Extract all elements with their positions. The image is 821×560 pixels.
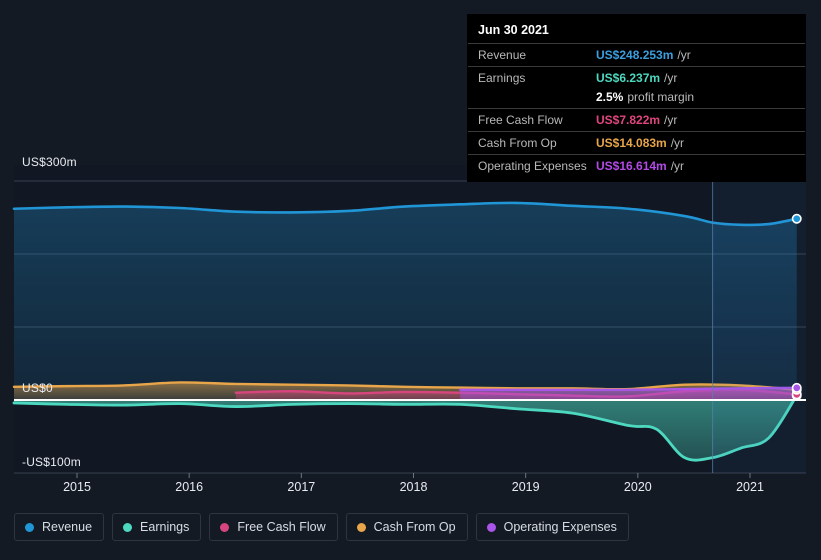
legend-color-dot-icon [123,522,133,532]
legend-item-label: Cash From Op [373,520,456,534]
tooltip-row-unit: profit margin [627,90,695,104]
legend-item-label: Revenue [42,520,93,534]
legend-item-label: Free Cash Flow [237,520,326,534]
tooltip-row: Earnings US$6.237m/yr [468,66,805,89]
tooltip-row-unit: /yr [664,71,678,85]
tooltip-row-unit: /yr [677,48,691,62]
tooltip-row-unit: /yr [670,159,685,173]
tooltip-row-label: Cash From Op [478,136,557,150]
legend-color-dot-icon [220,522,230,532]
legend-item-cash-from-op[interactable]: Cash From Op [345,513,468,541]
tooltip-row: Cash From Op US$14.083m/yr [468,131,805,154]
tooltip-row-label: Operating Expenses [478,159,587,173]
x-axis-tick-2020: 2020 [623,480,652,494]
tooltip-row-value: US$248.253m [596,48,674,62]
legend-item-earnings[interactable]: Earnings [112,513,202,541]
chart-legend[interactable]: Revenue Earnings Free Cash Flow Cash From O… [14,513,629,541]
legend-item-free-cash-flow[interactable]: Free Cash Flow [209,513,338,541]
tooltip-row-unit: /yr [664,113,678,127]
x-axis-tick-2019: 2019 [511,480,540,494]
tooltip-row-label: Free Cash Flow [478,113,563,127]
legend-item-label: Operating Expenses [503,520,617,534]
y-axis-label-top: US$300m [22,155,77,169]
legend-item-label: Earnings [140,520,190,534]
legend-color-dot-icon [25,522,34,532]
tooltip-row: Operating Expenses US$16.614m/yr [468,154,805,177]
tooltip-row-label: Revenue [478,48,527,62]
tooltip-row-value: US$6.237m [596,71,661,85]
tooltip-rows: Revenue US$248.253m/yr Earnings US$6.237m/y… [468,43,805,177]
x-axis-tick-2017: 2017 [287,480,316,494]
legend-item-operating-expenses[interactable]: Operating Expenses [475,513,629,541]
tooltip-row-value: US$14.083m [596,136,667,150]
tooltip-row-value: US$16.614m [596,159,667,173]
legend-item-revenue[interactable]: Revenue [14,513,105,541]
financial-chart-widget: US$300m US$0 -US$100m 2015 2016 2017 2018 20… [0,0,821,560]
data-tooltip: Jun 30 2021 Revenue US$248.253m/yr Earning… [467,14,806,182]
legend-color-dot-icon [356,522,366,532]
tooltip-row-label: Earnings [478,71,526,85]
tooltip-row: Revenue US$248.253m/yr [468,43,805,66]
tooltip-row: Free Cash Flow US$7.822m/yr [468,108,805,131]
x-axis-tick-2015: 2015 [63,480,91,494]
x-axis-tick-2016: 2016 [175,480,204,494]
tooltip-row-value: 2.5% [596,90,624,104]
legend-color-dot-icon [486,522,496,532]
y-axis-label-bottom: -US$100m [22,455,81,469]
tooltip-date: Jun 30 2021 [478,23,549,37]
tooltip-row-value: US$7.822m [596,113,661,127]
x-axis-tick-2021: 2021 [736,480,764,494]
tooltip-row-unit: /yr [670,136,685,150]
x-axis-tick-2018: 2018 [399,480,428,494]
y-axis-label-zero: US$0 [22,381,53,395]
tooltip-row: 2.5% profit margin [468,89,805,108]
